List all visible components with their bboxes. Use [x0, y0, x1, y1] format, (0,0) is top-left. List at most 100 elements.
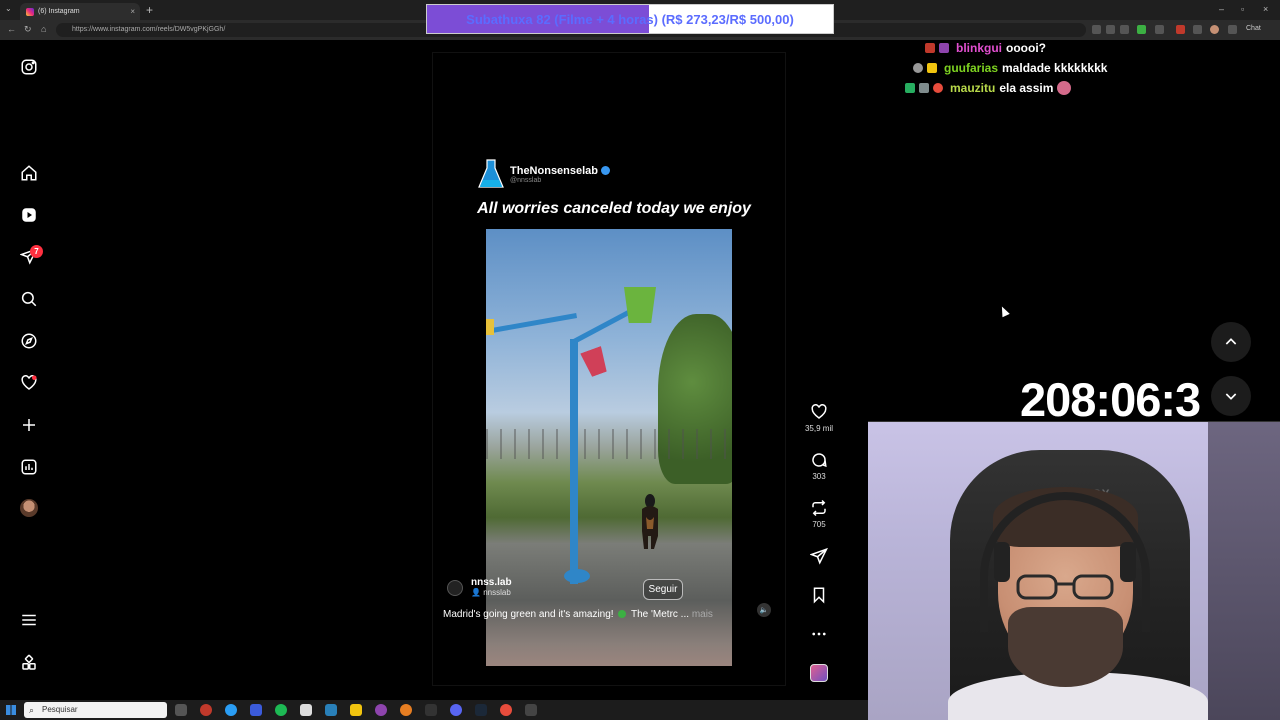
app-icon[interactable] — [250, 704, 262, 716]
heart-icon[interactable] — [810, 403, 828, 421]
profile-avatar-icon[interactable] — [1210, 25, 1219, 34]
close-window-button[interactable]: × — [1263, 4, 1268, 14]
instagram-logo-icon[interactable] — [19, 57, 39, 77]
fence-shape — [486, 429, 732, 459]
home-browser-icon[interactable]: ⌂ — [41, 24, 46, 34]
comment-action[interactable]: 303 — [800, 451, 838, 481]
minimize-button[interactable]: – — [1219, 4, 1224, 14]
terminal-icon[interactable] — [425, 704, 437, 716]
caption-more-link[interactable]: mais — [692, 609, 713, 620]
chat-text: maldade kkkkkkkk — [1002, 61, 1108, 75]
reel-video[interactable] — [486, 229, 732, 666]
repost-action[interactable]: 705 — [800, 499, 838, 529]
file-explorer-icon[interactable] — [350, 704, 362, 716]
author-name[interactable]: nnss.lab — [471, 577, 512, 588]
reposts-count: 705 — [812, 520, 826, 529]
search-icon[interactable] — [19, 289, 39, 309]
home-icon[interactable] — [19, 163, 39, 183]
discord-icon[interactable] — [450, 704, 462, 716]
share-action[interactable] — [800, 547, 838, 565]
bookmark-icon[interactable] — [810, 586, 828, 604]
spotify-icon[interactable] — [275, 704, 287, 716]
extension-icon[interactable] — [1106, 25, 1115, 34]
green-circle-emoji-icon — [618, 610, 627, 619]
follow-button[interactable]: Seguir — [643, 579, 683, 600]
pole-base — [564, 569, 590, 583]
chevron-down-icon — [1225, 393, 1237, 400]
original-audio-thumbnail[interactable] — [810, 664, 828, 682]
headset-earcup — [1120, 542, 1136, 582]
create-plus-icon[interactable] — [19, 415, 39, 435]
likes-count: 35,9 mil — [804, 424, 833, 433]
taskbar-search[interactable]: ⌕ Pesquisar — [24, 702, 167, 718]
app-icon[interactable] — [500, 704, 512, 716]
author-sub: nnsslab — [483, 588, 511, 597]
chat-button[interactable]: Chat — [1246, 25, 1261, 32]
author-avatar[interactable] — [447, 580, 463, 596]
extension-icon[interactable] — [1155, 25, 1164, 34]
task-view-icon[interactable] — [175, 704, 187, 716]
repost-icon[interactable] — [810, 499, 828, 517]
star-icon[interactable] — [1193, 25, 1202, 34]
more-options-action[interactable] — [800, 625, 838, 643]
opera-icon[interactable] — [200, 704, 212, 716]
more-menu-icon[interactable] — [19, 610, 39, 630]
streamer-webcam: DX — [868, 421, 1280, 720]
chat-badge-icon — [939, 43, 949, 53]
menu-icon[interactable] — [1228, 25, 1237, 34]
chat-badge-icon — [919, 83, 929, 93]
extension-icon[interactable] — [1092, 25, 1101, 34]
maximize-button[interactable]: ▫ — [1241, 4, 1244, 14]
save-action[interactable] — [800, 586, 838, 604]
new-tab-button[interactable]: + — [146, 3, 153, 17]
app-icon[interactable] — [325, 704, 337, 716]
chat-badge-icon — [927, 63, 937, 73]
also-from-meta-icon[interactable] — [19, 653, 39, 673]
flask-logo-icon — [478, 159, 504, 188]
steam-icon[interactable] — [475, 704, 487, 716]
verified-badge-icon — [601, 166, 611, 176]
firefox-icon[interactable] — [400, 704, 412, 716]
profile-avatar[interactable] — [20, 499, 38, 517]
mute-toggle-icon[interactable]: 🔈 — [757, 603, 771, 617]
edge-icon[interactable] — [225, 704, 237, 716]
dashboard-icon[interactable] — [19, 457, 39, 477]
extension-icon[interactable] — [1176, 25, 1185, 34]
extension-icon[interactable] — [1137, 25, 1146, 34]
share-icon[interactable] — [810, 547, 828, 565]
app-icon[interactable] — [525, 704, 537, 716]
comment-icon[interactable] — [810, 451, 828, 469]
chat-text: ooooi? — [1006, 41, 1046, 55]
windows-start-icon[interactable] — [6, 705, 16, 715]
reels-icon[interactable] — [19, 205, 39, 225]
chat-message: blinkgui ooooi? — [905, 38, 1107, 58]
chat-username: guufarias — [944, 61, 999, 75]
extension-icon[interactable] — [1120, 25, 1129, 34]
chat-badge-icon — [913, 63, 923, 73]
back-icon[interactable]: ← — [7, 24, 16, 34]
previous-reel-button[interactable] — [1211, 322, 1251, 362]
next-reel-button[interactable] — [1211, 376, 1251, 416]
notifications-badge: 7 — [30, 245, 43, 258]
red-bucket — [580, 346, 610, 378]
tab-close-icon[interactable]: × — [130, 7, 135, 16]
post-caption[interactable]: Madrid's going green and it's amazing! T… — [443, 609, 743, 620]
more-dots-icon[interactable] — [810, 625, 828, 643]
heart-notifications-icon[interactable] — [19, 373, 39, 393]
chevron-up-icon — [1225, 338, 1237, 345]
explore-icon[interactable] — [19, 331, 39, 351]
post-author[interactable]: nnss.lab 👤 nnsslab — [447, 577, 512, 597]
like-action[interactable]: 35,9 mil — [800, 403, 838, 433]
browser-tab[interactable]: (6) Instagram × — [20, 3, 140, 20]
tab-list-icon[interactable]: ⌄ — [5, 4, 12, 13]
green-bucket — [624, 287, 656, 323]
video-brand-overlay: TheNonsenselab @nnsslab — [478, 158, 611, 190]
dog-figure — [642, 494, 658, 549]
comments-count: 303 — [812, 472, 826, 481]
app-icon[interactable] — [300, 704, 312, 716]
chat-emote-icon — [1057, 81, 1072, 95]
reload-icon[interactable]: ↻ — [24, 24, 32, 35]
app-icon[interactable] — [375, 704, 387, 716]
stream-chat: blinkgui ooooi? guufarias maldade kkkkkk… — [905, 38, 1107, 98]
chat-message: guufarias maldade kkkkkkkk — [905, 58, 1107, 78]
